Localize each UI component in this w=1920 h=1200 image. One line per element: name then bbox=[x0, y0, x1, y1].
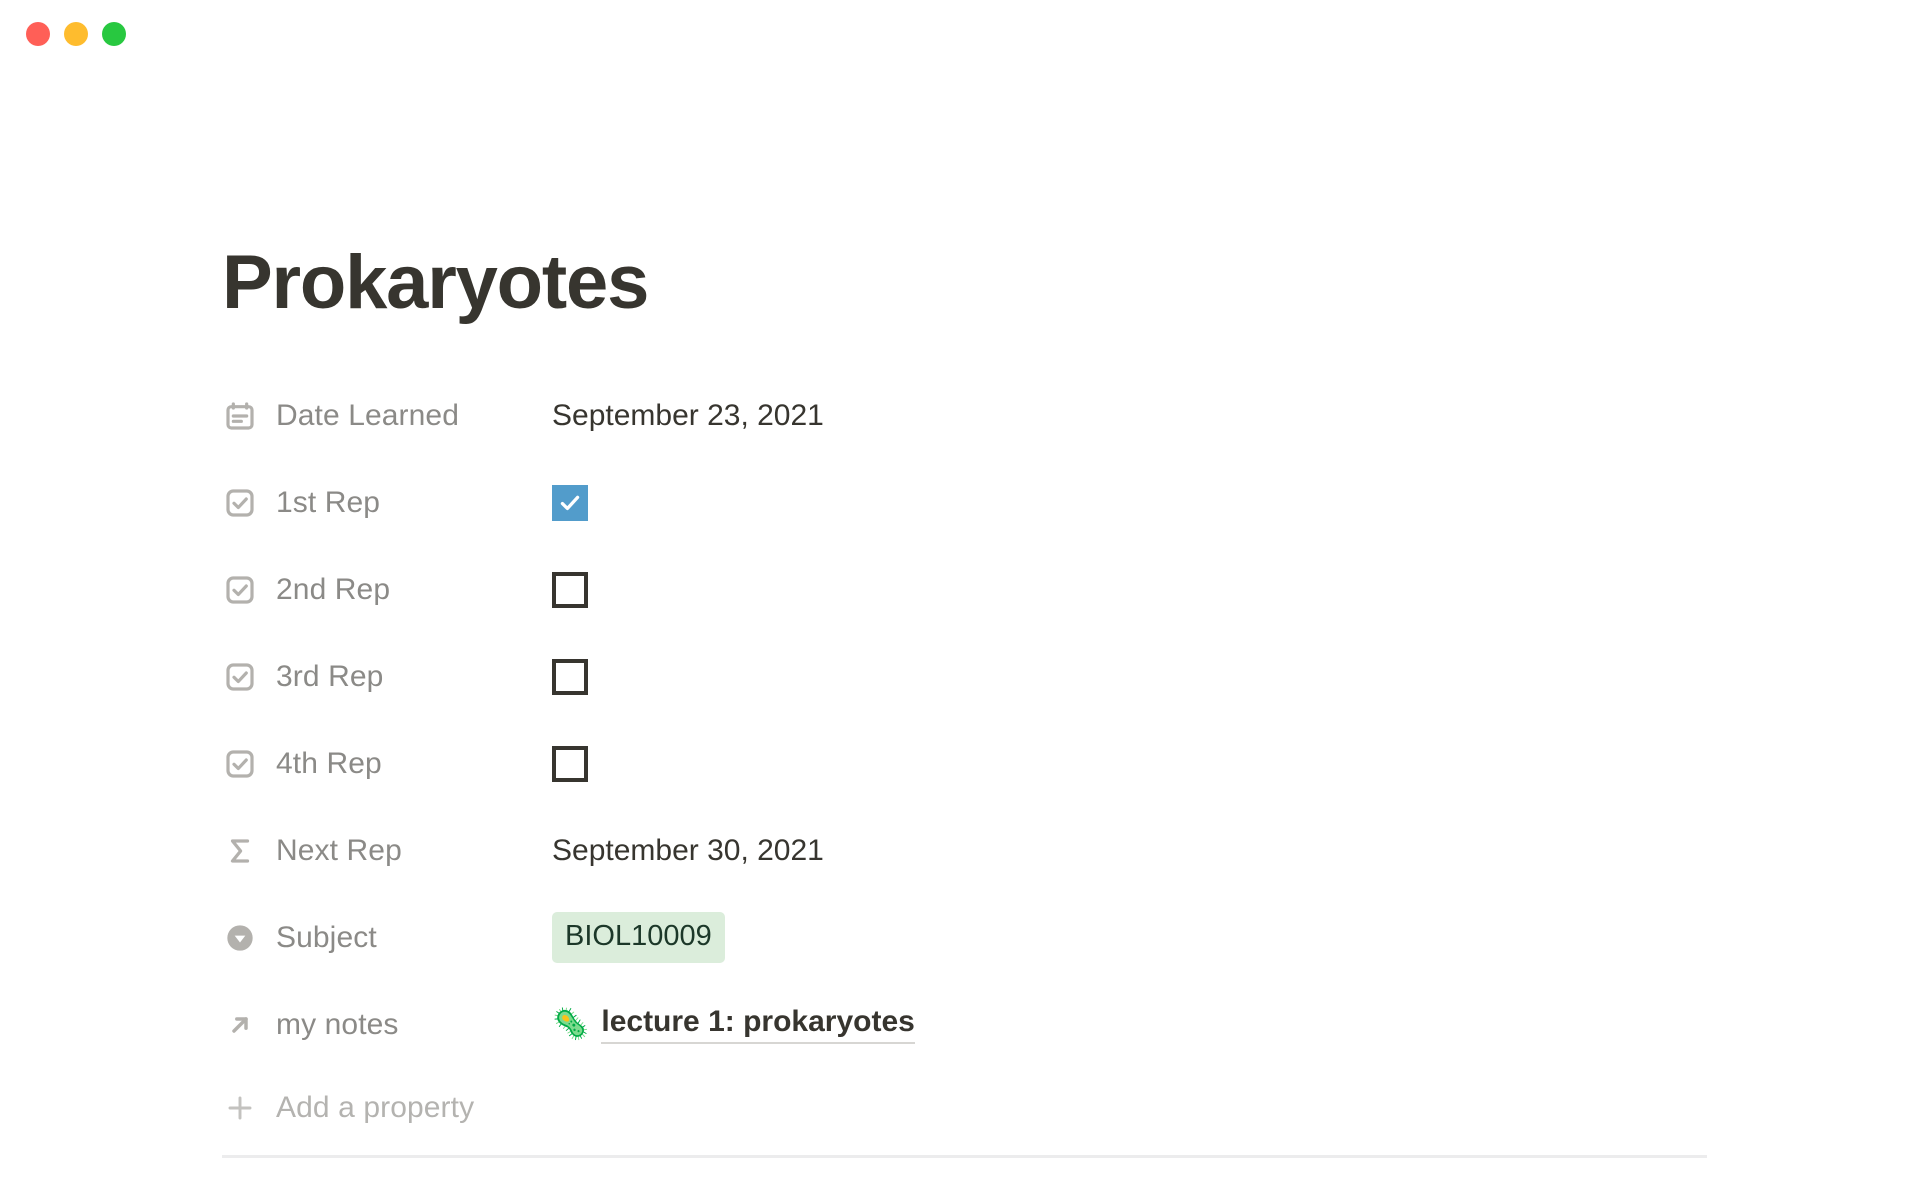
date-text: September 23, 2021 bbox=[552, 398, 824, 432]
property-label-my-notes[interactable]: my notes bbox=[222, 1002, 552, 1048]
checkbox-icon bbox=[222, 746, 258, 782]
property-value-1st-rep bbox=[552, 480, 1722, 526]
property-row-1st-rep: 1st Rep bbox=[222, 459, 1722, 546]
microbe-icon: 🦠 bbox=[552, 1007, 590, 1041]
property-value-4th-rep bbox=[552, 741, 1722, 787]
property-name: my notes bbox=[276, 1007, 399, 1041]
property-row-3rd-rep: 3rd Rep bbox=[222, 633, 1722, 720]
content-divider bbox=[222, 1155, 1707, 1158]
status-badge[interactable]: BIOL10009 bbox=[552, 912, 725, 963]
property-label-date-learned[interactable]: Date Learned bbox=[222, 393, 552, 439]
checkbox-icon bbox=[222, 572, 258, 608]
property-name: 1st Rep bbox=[276, 485, 381, 519]
add-property-label: Add a property bbox=[276, 1091, 475, 1124]
property-label-1st-rep[interactable]: 1st Rep bbox=[222, 480, 552, 526]
calendar-icon bbox=[222, 398, 258, 434]
property-name: 2nd Rep bbox=[276, 572, 391, 606]
property-row-my-notes: my notes 🦠 lecture 1: prokaryotes bbox=[222, 981, 1722, 1068]
maximize-window-button[interactable] bbox=[102, 22, 126, 46]
checkbox-icon bbox=[222, 485, 258, 521]
checkbox-1st-rep[interactable] bbox=[552, 484, 588, 521]
property-label-3rd-rep[interactable]: 3rd Rep bbox=[222, 654, 552, 700]
property-value-my-notes: 🦠 lecture 1: prokaryotes bbox=[552, 1002, 1722, 1048]
property-label-subject[interactable]: Subject bbox=[222, 915, 552, 961]
property-row-date-learned: Date Learned September 23, 2021 bbox=[222, 372, 1722, 459]
property-name: Subject bbox=[276, 920, 377, 954]
minimize-window-button[interactable] bbox=[64, 22, 88, 46]
traffic-light-controls bbox=[26, 22, 126, 46]
property-name: Date Learned bbox=[276, 398, 460, 432]
property-name: Next Rep bbox=[276, 833, 402, 867]
property-name: 4th Rep bbox=[276, 746, 382, 780]
property-value-subject[interactable]: BIOL10009 bbox=[552, 912, 1722, 963]
checkbox-2nd-rep[interactable] bbox=[552, 571, 588, 608]
property-row-subject: Subject BIOL10009 bbox=[222, 894, 1722, 981]
relation-arrow-icon bbox=[222, 1007, 258, 1043]
close-window-button[interactable] bbox=[26, 22, 50, 46]
property-value-date-learned[interactable]: September 23, 2021 bbox=[552, 393, 1722, 439]
property-list: Date Learned September 23, 2021 1st Rep bbox=[222, 372, 1722, 1148]
select-chevron-circle-icon bbox=[222, 920, 258, 956]
property-row-2nd-rep: 2nd Rep bbox=[222, 546, 1722, 633]
property-value-2nd-rep bbox=[552, 567, 1722, 613]
property-row-4th-rep: 4th Rep bbox=[222, 720, 1722, 807]
add-property-button[interactable]: Add a property bbox=[222, 1068, 552, 1148]
property-name: 3rd Rep bbox=[276, 659, 384, 693]
sigma-formula-icon bbox=[222, 833, 258, 869]
property-row-next-rep: Next Rep September 30, 2021 bbox=[222, 807, 1722, 894]
relation-chip[interactable]: 🦠 lecture 1: prokaryotes bbox=[552, 1005, 915, 1044]
property-label-next-rep[interactable]: Next Rep bbox=[222, 828, 552, 874]
plus-icon bbox=[222, 1090, 258, 1126]
relation-page-link[interactable]: lecture 1: prokaryotes bbox=[601, 1005, 915, 1044]
window-title-bar bbox=[0, 0, 1920, 62]
checkbox-icon bbox=[222, 659, 258, 695]
checkbox-4th-rep[interactable] bbox=[552, 745, 588, 782]
formula-result-text: September 30, 2021 bbox=[552, 833, 824, 867]
property-value-next-rep[interactable]: September 30, 2021 bbox=[552, 828, 1722, 874]
page-title[interactable]: Prokaryotes bbox=[222, 238, 649, 328]
property-value-3rd-rep bbox=[552, 654, 1722, 700]
property-label-4th-rep[interactable]: 4th Rep bbox=[222, 741, 552, 787]
check-icon bbox=[560, 495, 580, 510]
property-label-2nd-rep[interactable]: 2nd Rep bbox=[222, 567, 552, 613]
checkbox-3rd-rep[interactable] bbox=[552, 658, 588, 695]
